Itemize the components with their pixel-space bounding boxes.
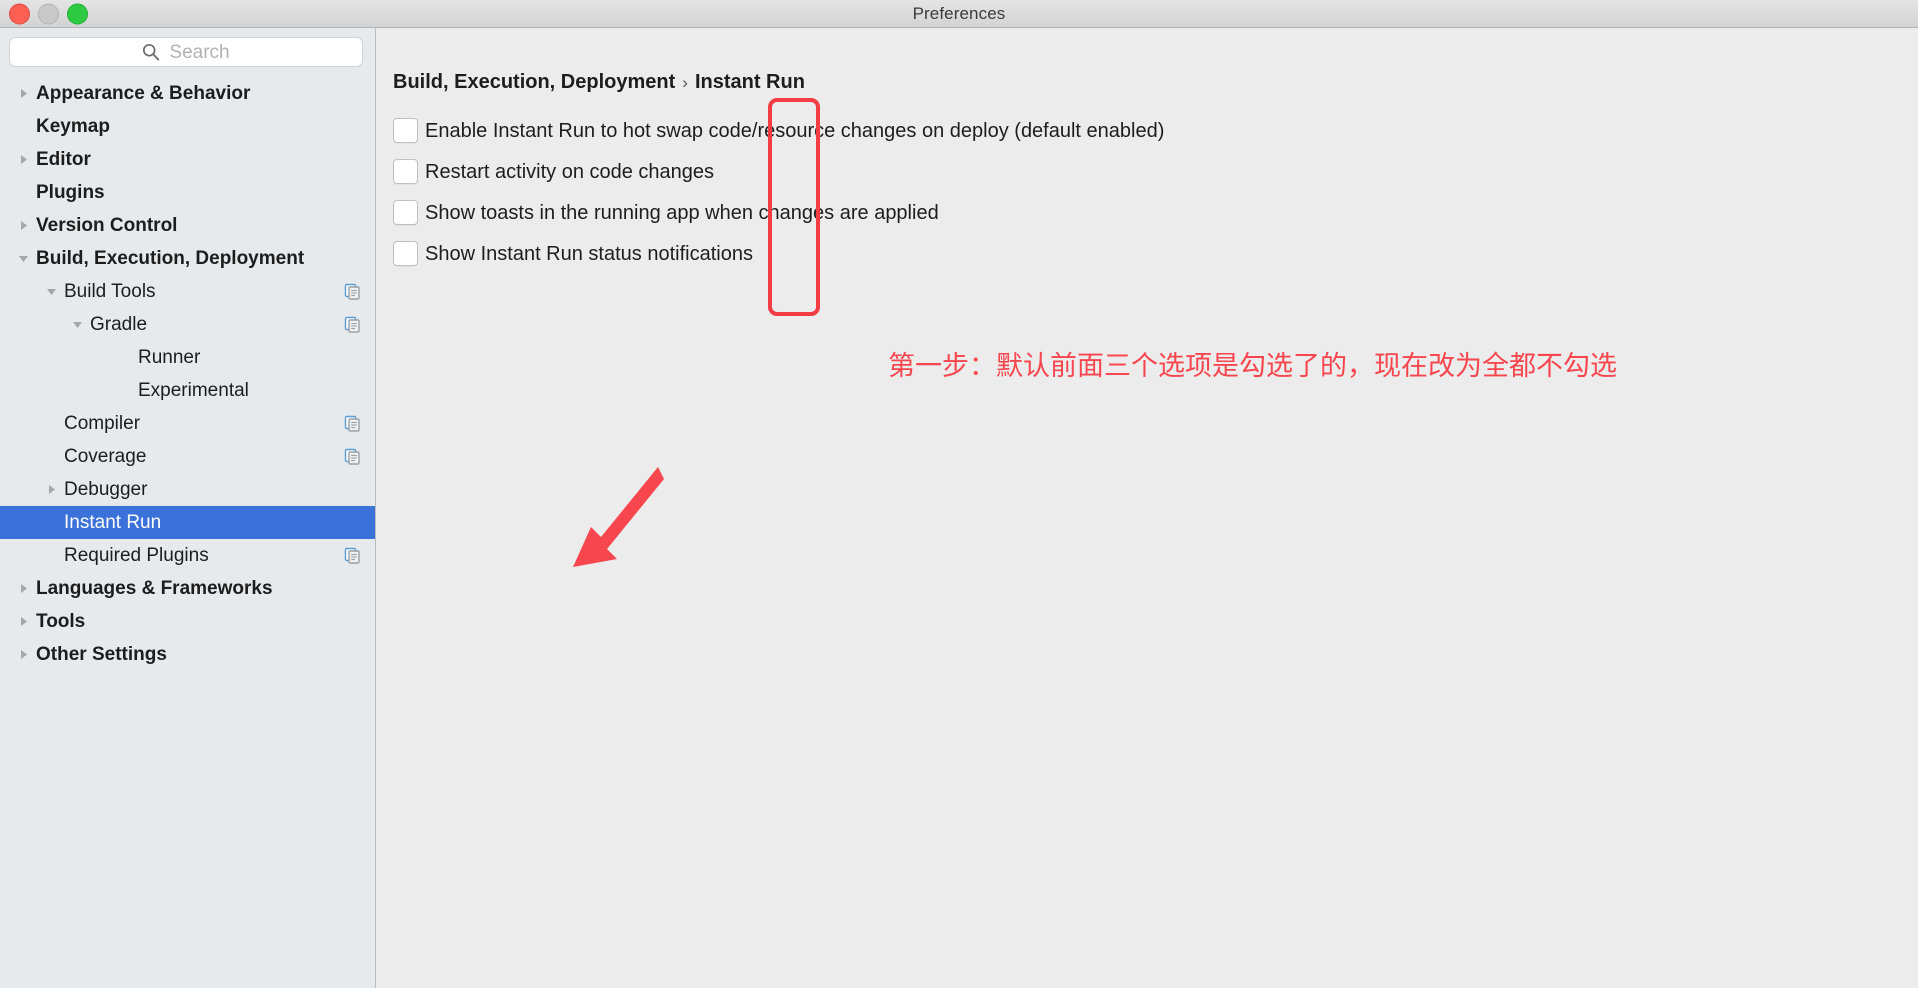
sidebar-item-compiler[interactable]: Compiler <box>0 407 375 440</box>
sidebar-item-label: Compiler <box>64 413 141 434</box>
chevron-right-icon[interactable] <box>10 153 36 166</box>
sidebar-item-plugins[interactable]: Plugins <box>0 176 375 209</box>
option-label: Show toasts in the running app when chan… <box>425 201 939 224</box>
sidebar-item-label: Gradle <box>90 314 148 335</box>
instant-run-options: Enable Instant Run to hot swap code/reso… <box>393 110 1164 274</box>
settings-tree: Appearance & Behavior Keymap Editor Plugins… <box>0 75 375 988</box>
breadcrumb-current: Instant Run <box>694 71 805 93</box>
sidebar-item-gradle[interactable]: Gradle <box>0 308 375 341</box>
chevron-down-icon[interactable] <box>10 252 36 265</box>
sidebar-item-label: Editor <box>36 149 91 170</box>
close-button[interactable] <box>9 3 30 24</box>
sidebar-item-tools[interactable]: Tools <box>0 605 375 638</box>
copy-settings-icon[interactable] <box>344 316 361 333</box>
annotation-arrow <box>561 463 671 573</box>
option-label: Show Instant Run status notifications <box>425 242 753 265</box>
breadcrumb-root[interactable]: Build, Execution, Deployment <box>393 71 675 94</box>
chevron-right-icon[interactable] <box>10 582 36 595</box>
sidebar-item-label: Instant Run <box>64 512 162 533</box>
search-input[interactable]: Search <box>9 37 363 67</box>
copy-settings-icon[interactable] <box>344 283 361 300</box>
option-row[interactable]: Show toasts in the running app when chan… <box>393 192 1164 233</box>
chevron-right-icon[interactable] <box>38 483 64 496</box>
sidebar-item-build-execution-deployment[interactable]: Build, Execution, Deployment <box>0 242 375 275</box>
chevron-down-icon[interactable] <box>64 318 90 331</box>
option-row[interactable]: Show Instant Run status notifications <box>393 233 1164 274</box>
sidebar-item-other-settings[interactable]: Other Settings <box>0 638 375 671</box>
search-container: Search <box>0 28 375 75</box>
sidebar-item-label: Coverage <box>64 446 147 467</box>
breadcrumb-separator-icon: › <box>682 73 688 92</box>
sidebar-item-label: Build Tools <box>64 281 156 302</box>
chevron-right-icon[interactable] <box>10 648 36 661</box>
sidebar-item-editor[interactable]: Editor <box>0 143 375 176</box>
sidebar-item-label: Tools <box>36 611 86 632</box>
sidebar-item-label: Languages & Frameworks <box>36 578 273 599</box>
sidebar-item-label: Keymap <box>36 116 110 137</box>
option-label: Enable Instant Run to hot swap code/reso… <box>425 119 1165 142</box>
preferences-window: Preferences Search Appearance & Behavior… <box>0 0 1918 988</box>
window-controls <box>9 3 88 24</box>
sidebar-item-label: Appearance & Behavior <box>36 83 251 104</box>
sidebar-item-debugger[interactable]: Debugger <box>0 473 375 506</box>
sidebar-item-label: Plugins <box>36 182 105 203</box>
settings-detail-panel: Build, Execution, Deployment › Instant R… <box>376 28 1918 988</box>
sidebar-item-appearance-behavior[interactable]: Appearance & Behavior <box>0 77 375 110</box>
settings-sidebar: Search Appearance & Behavior Keymap Editor… <box>0 28 376 988</box>
sidebar-item-label: Required Plugins <box>64 545 209 566</box>
sidebar-item-label: Runner <box>138 347 201 368</box>
sidebar-item-instant-run[interactable]: Instant Run <box>0 506 375 539</box>
sidebar-item-experimental[interactable]: Experimental <box>0 374 375 407</box>
checkbox-3[interactable] <box>393 200 418 225</box>
chevron-right-icon[interactable] <box>10 87 36 100</box>
sidebar-item-coverage[interactable]: Coverage <box>0 440 375 473</box>
copy-settings-icon[interactable] <box>344 547 361 564</box>
option-label: Restart activity on code changes <box>425 160 715 183</box>
search-placeholder: Search <box>169 41 230 63</box>
sidebar-item-label: Build, Execution, Deployment <box>36 248 305 269</box>
copy-settings-icon[interactable] <box>344 448 361 465</box>
window-body: Search Appearance & Behavior Keymap Editor… <box>0 28 1918 988</box>
search-icon <box>142 43 160 61</box>
sidebar-item-languages-frameworks[interactable]: Languages & Frameworks <box>0 572 375 605</box>
minimize-button[interactable] <box>38 3 59 24</box>
copy-settings-icon[interactable] <box>344 415 361 432</box>
sidebar-item-label: Other Settings <box>36 644 167 665</box>
sidebar-item-label: Debugger <box>64 479 148 500</box>
option-row[interactable]: Restart activity on code changes <box>393 151 1164 192</box>
sidebar-item-runner[interactable]: Runner <box>0 341 375 374</box>
sidebar-item-build-tools[interactable]: Build Tools <box>0 275 375 308</box>
breadcrumb: Build, Execution, Deployment › Instant R… <box>393 71 805 94</box>
window-title: Preferences <box>912 3 1006 23</box>
sidebar-item-version-control[interactable]: Version Control <box>0 209 375 242</box>
annotation-text: 第一步：默认前面三个选项是勾选了的，现在改为全都不勾选 <box>888 351 1617 382</box>
chevron-right-icon[interactable] <box>10 615 36 628</box>
sidebar-item-required-plugins[interactable]: Required Plugins <box>0 539 375 572</box>
checkbox-2[interactable] <box>393 159 418 184</box>
search-inner: Search <box>142 41 230 63</box>
chevron-down-icon[interactable] <box>38 285 64 298</box>
title-bar: Preferences <box>0 0 1918 28</box>
sidebar-item-keymap[interactable]: Keymap <box>0 110 375 143</box>
checkbox-1[interactable] <box>393 118 418 143</box>
maximize-button[interactable] <box>67 3 88 24</box>
sidebar-item-label: Version Control <box>36 215 178 236</box>
chevron-right-icon[interactable] <box>10 219 36 232</box>
checkbox-4[interactable] <box>393 241 418 266</box>
sidebar-item-label: Experimental <box>138 380 249 401</box>
option-row[interactable]: Enable Instant Run to hot swap code/reso… <box>393 110 1164 151</box>
